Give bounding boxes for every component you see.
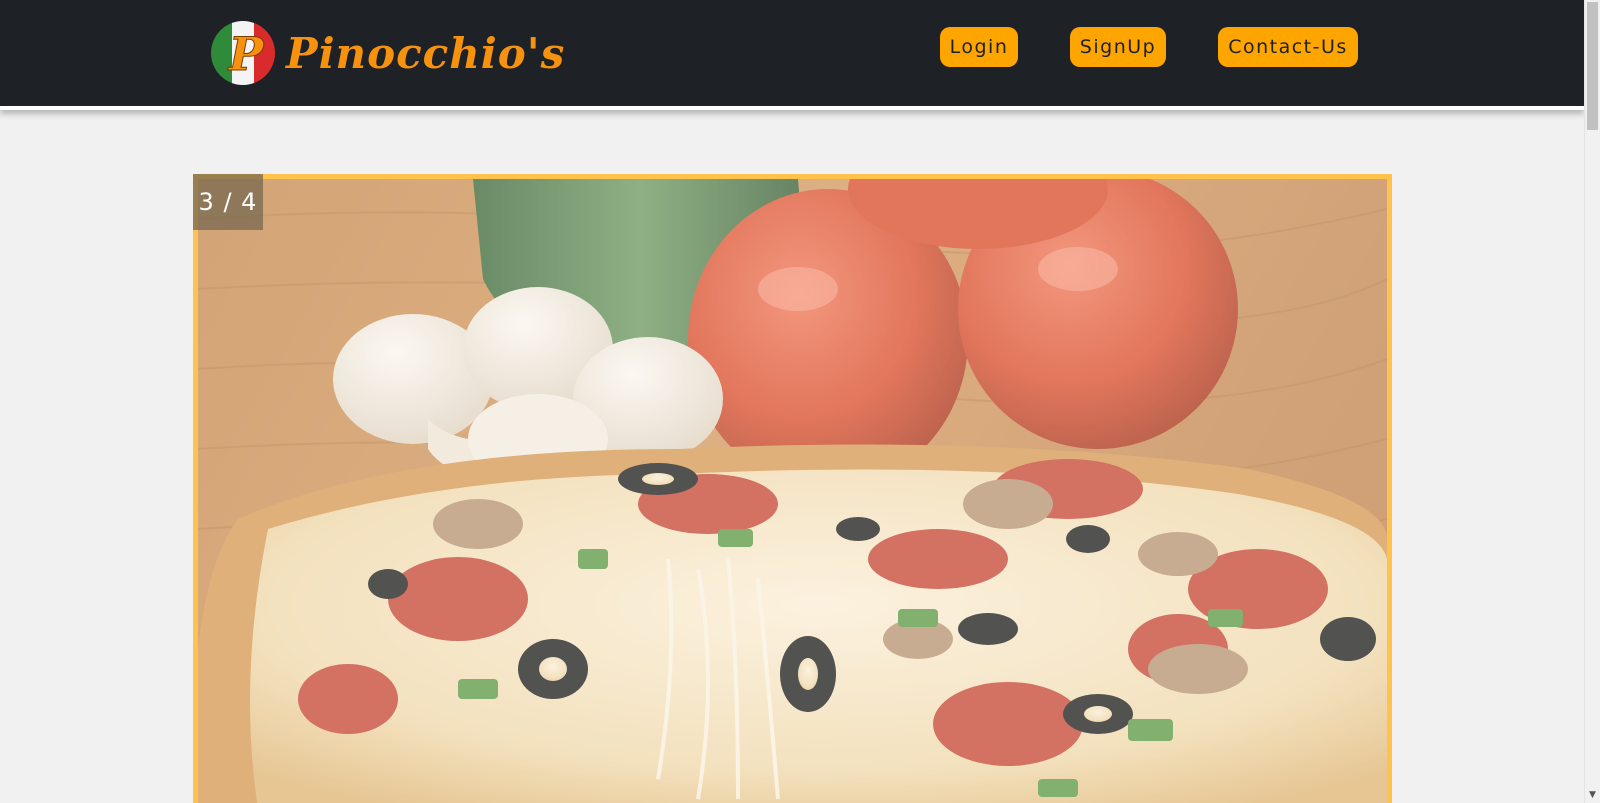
italian-flag-logo-icon: P [210,20,276,86]
brand-name: Pinocchio's [286,28,566,78]
pizza-slide-image [198,179,1387,803]
slide-counter: 3 / 4 [193,174,263,230]
chevron-down-icon[interactable]: ▼ [1585,787,1600,803]
brand[interactable]: P Pinocchio's [210,20,565,86]
scrollbar[interactable]: ▼ [1584,0,1600,803]
login-button[interactable]: Login [940,27,1018,67]
contact-us-button[interactable]: Contact-Us [1218,27,1358,67]
slideshow[interactable] [193,174,1392,803]
navbar: P Pinocchio's Login SignUp Contact-Us [0,0,1584,110]
scrollbar-thumb[interactable] [1587,2,1598,130]
page: P Pinocchio's Login SignUp Contact-Us 3 … [0,0,1584,803]
logo-letter: P [227,27,265,81]
signup-button[interactable]: SignUp [1070,27,1166,67]
